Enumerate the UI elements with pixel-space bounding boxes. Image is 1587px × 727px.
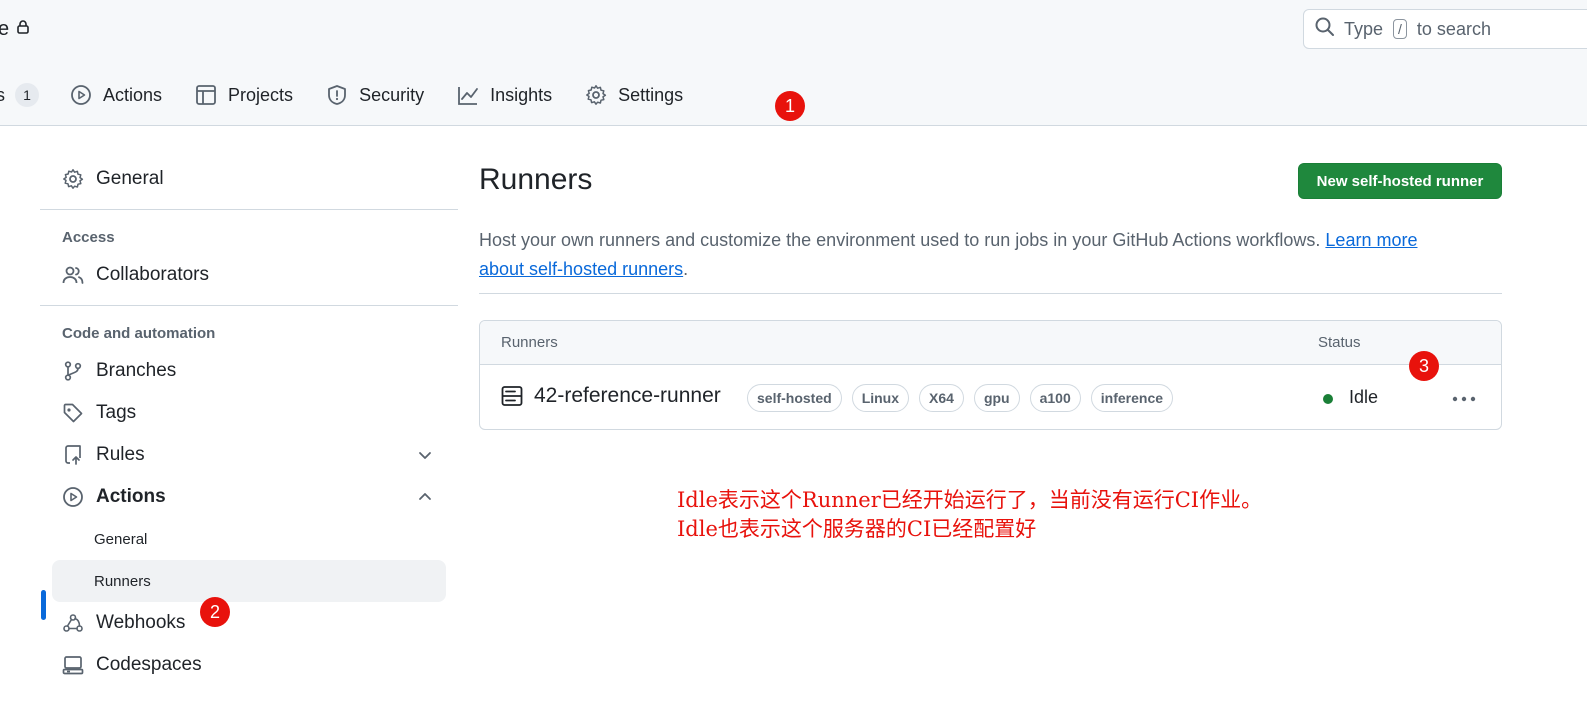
- table-row: 42-reference-runner self-hosted Linux X6…: [480, 365, 1501, 429]
- webhook-icon: [62, 612, 84, 634]
- search-shortcut-key: /: [1393, 19, 1407, 39]
- people-icon: [62, 264, 84, 286]
- tab-projects[interactable]: Projects: [194, 83, 293, 107]
- kebab-menu-icon[interactable]: [1450, 387, 1478, 411]
- graph-icon: [456, 83, 480, 107]
- annotation-line-2: Idle也表示这个服务器的CI已经配置好: [677, 517, 1037, 541]
- sidebar-subitem-actions-general[interactable]: General: [40, 518, 446, 560]
- global-search[interactable]: Type / to search: [1303, 9, 1587, 49]
- runner-label: gpu: [973, 384, 1020, 412]
- annotation-marker-1: 1: [775, 91, 805, 121]
- new-self-hosted-runner-button[interactable]: New self-hosted runner: [1298, 163, 1502, 199]
- gear-icon: [584, 83, 608, 107]
- codespaces-icon: [62, 654, 84, 676]
- runners-table: Runners Status 42-reference-runner self-…: [479, 320, 1502, 430]
- tab-security[interactable]: Security: [325, 83, 424, 107]
- tab-security-label: Security: [359, 84, 425, 105]
- tab-insights[interactable]: Insights: [456, 83, 552, 107]
- learn-more-link-continued[interactable]: about self-hosted runners: [479, 259, 683, 279]
- tab-actions-label: Actions: [103, 84, 163, 105]
- status-dot-icon: [1323, 394, 1333, 404]
- runner-labels: self-hosted Linux X64 gpu a100 inference: [747, 384, 1174, 412]
- sidebar-item-label: Branches: [96, 360, 177, 381]
- section-divider: [479, 293, 1502, 294]
- play-icon: [62, 486, 84, 508]
- tab-settings[interactable]: Settings: [584, 83, 683, 107]
- search-prefix: Type: [1344, 18, 1384, 39]
- description-text: Host your own runners and customize the …: [479, 230, 1321, 250]
- chevron-down-icon[interactable]: [416, 446, 434, 464]
- repo-tabs: s 1 Actions Projects Security Insights S…: [0, 76, 715, 114]
- sidebar-heading-code-automation: Code and automation: [62, 324, 216, 342]
- search-icon: [1314, 16, 1336, 43]
- table-icon: [194, 83, 218, 107]
- gear-icon: [62, 168, 84, 190]
- sidebar-item-label: General: [96, 168, 164, 189]
- chevron-up-icon[interactable]: [416, 488, 434, 506]
- tab-settings-label: Settings: [618, 84, 684, 105]
- table-header: Runners Status: [480, 321, 1501, 365]
- runner-label: inference: [1090, 384, 1174, 412]
- sidebar-item-collaborators[interactable]: Collaborators: [40, 254, 458, 296]
- annotation-marker-3: 3: [1409, 351, 1439, 381]
- sidebar-divider: [40, 209, 458, 210]
- annotation-note: Idle表示这个Runner已经开始运行了，当前没有运行CI作业。 Idle也表…: [677, 486, 1262, 544]
- lock-icon: [15, 18, 31, 41]
- tab-partial[interactable]: s 1: [0, 83, 39, 107]
- server-icon: [501, 385, 523, 412]
- page-title: Runners: [479, 163, 593, 196]
- page-description: Host your own runners and customize the …: [479, 226, 1479, 284]
- sidebar-item-general[interactable]: General: [40, 158, 458, 200]
- sidebar-divider: [40, 305, 458, 306]
- tab-insights-label: Insights: [490, 84, 553, 105]
- tab-partial-label: s: [0, 84, 5, 105]
- tab-actions[interactable]: Actions: [69, 83, 162, 107]
- sidebar-subitem-actions-runners[interactable]: Runners: [52, 560, 446, 602]
- runner-label: Linux: [851, 384, 910, 412]
- repo-name-fragment[interactable]: e: [0, 18, 31, 41]
- runner-label: X64: [919, 384, 964, 412]
- runner-status: Idle: [1349, 387, 1379, 407]
- sidebar-item-label: Codespaces: [96, 654, 202, 675]
- play-icon: [69, 83, 93, 107]
- search-suffix: to search: [1416, 18, 1491, 39]
- sidebar-item-label: Actions: [96, 486, 166, 507]
- tab-counter: 1: [15, 83, 39, 107]
- sidebar-item-label: Collaborators: [96, 264, 209, 285]
- shield-icon: [325, 83, 349, 107]
- annotation-marker-2: 2: [200, 597, 230, 627]
- sidebar-active-indicator: [41, 590, 46, 620]
- sidebar-item-webhooks[interactable]: Webhooks: [40, 602, 458, 644]
- sidebar-item-tags[interactable]: Tags: [40, 392, 458, 434]
- description-period: .: [683, 259, 689, 279]
- runner-label: self-hosted: [747, 384, 842, 412]
- branch-icon: [62, 360, 84, 382]
- sidebar-item-label: Webhooks: [96, 612, 186, 633]
- repo-push-icon: [62, 444, 84, 466]
- sidebar-item-label: Rules: [96, 444, 145, 465]
- sidebar-heading-access: Access: [62, 228, 115, 246]
- sidebar-item-branches[interactable]: Branches: [40, 350, 458, 392]
- column-header-status: Status: [1318, 334, 1361, 351]
- sidebar-item-actions[interactable]: Actions: [40, 476, 458, 518]
- tab-projects-label: Projects: [228, 84, 294, 105]
- runner-name-link[interactable]: 42-reference-runner: [534, 384, 721, 408]
- learn-more-link[interactable]: Learn more: [1325, 230, 1417, 250]
- tag-icon: [62, 402, 84, 424]
- runner-label: a100: [1029, 384, 1081, 412]
- sidebar-item-codespaces[interactable]: Codespaces: [40, 644, 458, 686]
- sidebar-item-rules[interactable]: Rules: [40, 434, 458, 476]
- settings-sidebar: General Access Collaborators Code and au…: [40, 158, 458, 686]
- annotation-line-1: Idle表示这个Runner已经开始运行了，当前没有运行CI作业。: [677, 488, 1263, 512]
- sidebar-item-label: Tags: [96, 402, 137, 423]
- column-header-runners: Runners: [501, 334, 558, 351]
- repo-name-text[interactable]: e: [0, 18, 9, 41]
